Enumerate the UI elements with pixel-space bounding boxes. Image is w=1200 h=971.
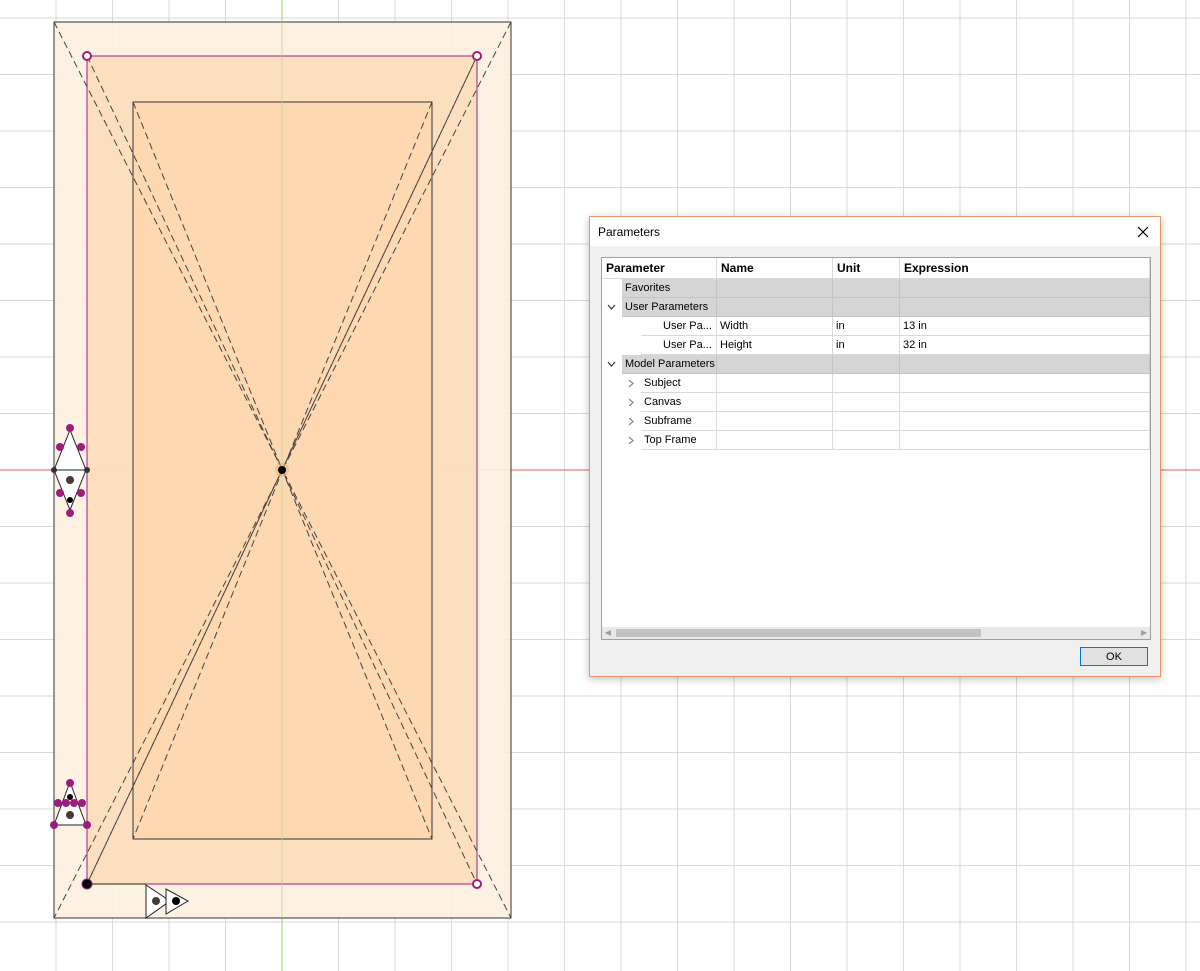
chevron-down-icon[interactable] xyxy=(605,301,617,313)
table-row[interactable]: User Pa... Width in 13 in xyxy=(602,317,1150,336)
parameter-name[interactable]: Height xyxy=(717,336,833,355)
parameter-type: User Pa... xyxy=(641,317,717,336)
parameter-unit[interactable]: in xyxy=(833,336,900,355)
tree-item-canvas[interactable]: Canvas xyxy=(602,393,1150,412)
dialog-title: Parameters xyxy=(598,225,661,239)
column-header-unit[interactable]: Unit xyxy=(833,258,900,279)
table-row-favorites[interactable]: Favorites xyxy=(602,279,1150,298)
chevron-right-icon[interactable] xyxy=(625,396,637,408)
parameters-table[interactable]: Parameter Name Unit Expression Favorites… xyxy=(601,257,1151,640)
column-header-expression[interactable]: Expression xyxy=(900,258,1150,279)
close-icon xyxy=(1137,226,1149,238)
chevron-right-icon[interactable] xyxy=(625,434,637,446)
scrollbar-thumb[interactable] xyxy=(616,629,981,637)
table-row[interactable]: User Pa... Height in 32 in xyxy=(602,336,1150,355)
tree-item-label: Canvas xyxy=(641,393,717,412)
parameters-dialog: Parameters Parameter Name Unit Expressio… xyxy=(589,216,1161,677)
tree-item-top-frame[interactable]: Top Frame xyxy=(602,431,1150,450)
chevron-right-icon[interactable] xyxy=(625,377,637,389)
tree-item-label: Subject xyxy=(641,374,717,393)
group-label-model-parameters: Model Parameters xyxy=(622,355,717,374)
close-button[interactable] xyxy=(1132,221,1154,243)
tree-item-subframe[interactable]: Subframe xyxy=(602,412,1150,431)
dialog-titlebar[interactable]: Parameters xyxy=(590,217,1160,246)
tree-item-label: Subframe xyxy=(641,412,717,431)
center-point-dot[interactable] xyxy=(278,466,286,474)
ok-button[interactable]: OK xyxy=(1080,647,1148,666)
parameter-expression[interactable]: 13 in xyxy=(900,317,1150,336)
column-header-name[interactable]: Name xyxy=(717,258,833,279)
table-row-user-parameters[interactable]: User Parameters xyxy=(602,298,1150,317)
tree-item-label: Top Frame xyxy=(641,431,717,450)
parameter-expression[interactable]: 32 in xyxy=(900,336,1150,355)
group-label-user-parameters: User Parameters xyxy=(622,298,717,317)
chevron-down-icon[interactable] xyxy=(605,358,617,370)
horizontal-scrollbar[interactable]: ◀ ▶ xyxy=(602,627,1150,639)
table-header: Parameter Name Unit Expression xyxy=(602,258,1150,279)
chevron-right-icon[interactable] xyxy=(625,415,637,427)
parameter-name[interactable]: Width xyxy=(717,317,833,336)
tree-item-subject[interactable]: Subject xyxy=(602,374,1150,393)
table-row-model-parameters[interactable]: Model Parameters xyxy=(602,355,1150,374)
scroll-left-icon[interactable]: ◀ xyxy=(602,627,614,639)
group-label-favorites: Favorites xyxy=(622,279,717,298)
parameter-type: User Pa... xyxy=(641,336,717,355)
column-header-parameter[interactable]: Parameter xyxy=(602,258,717,279)
parameter-unit[interactable]: in xyxy=(833,317,900,336)
scroll-right-icon[interactable]: ▶ xyxy=(1138,627,1150,639)
